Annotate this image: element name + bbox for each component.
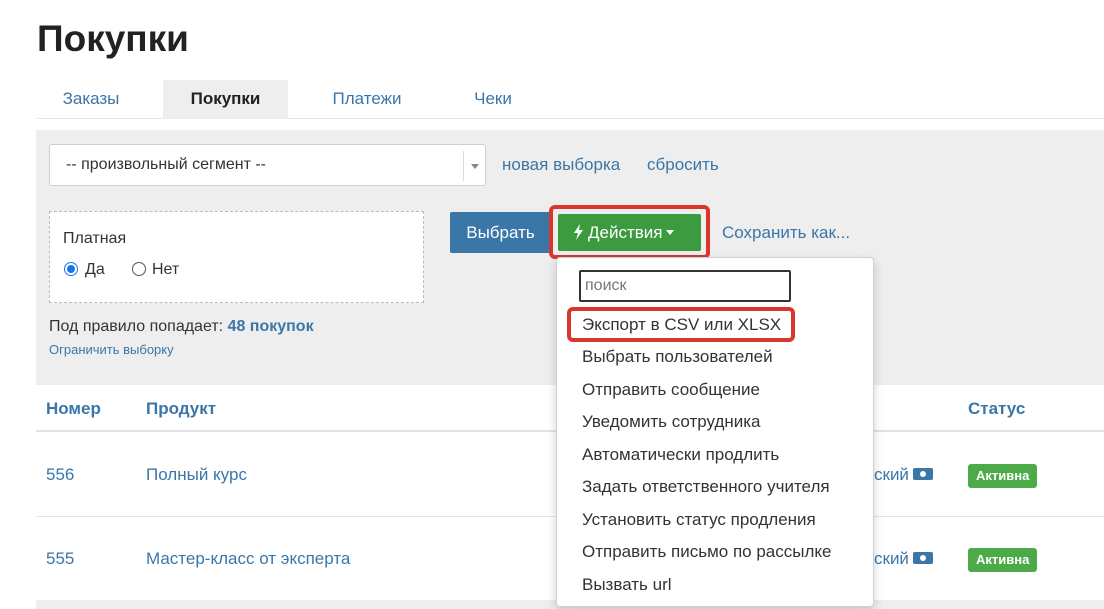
menu-item-send-newsletter[interactable]: Отправить письмо по рассылке xyxy=(582,542,831,562)
tab-payments[interactable]: Платежи xyxy=(319,80,415,119)
rule-summary: Под правило попадает: 48 покупок xyxy=(49,318,314,336)
tab-receipts[interactable]: Чеки xyxy=(461,80,525,119)
purchase-number[interactable]: 556 xyxy=(46,465,74,485)
actions-button[interactable]: Действия xyxy=(558,214,701,251)
column-header-status[interactable]: Статус xyxy=(968,399,1025,419)
criteria-box: Платная Да Нет xyxy=(49,211,424,303)
select-button[interactable]: Выбрать xyxy=(450,212,551,253)
rule-prefix: Под правило попадает: xyxy=(49,318,224,335)
purchase-product[interactable]: Мастер-класс от эксперта xyxy=(146,549,350,569)
column-header-number[interactable]: Номер xyxy=(46,399,101,419)
payment-partial-text: ский xyxy=(874,465,909,484)
page-title: Покупки xyxy=(37,18,189,59)
menu-item-export-csv-xlsx[interactable]: Экспорт в CSV или XLSX xyxy=(582,315,781,335)
purchase-number[interactable]: 555 xyxy=(46,549,74,569)
select-arrow-icon[interactable] xyxy=(463,151,485,181)
caret-down-icon xyxy=(666,230,675,235)
criteria-label: Платная xyxy=(63,230,127,247)
payment-partial-text: ский xyxy=(874,549,909,568)
actions-search-input[interactable] xyxy=(579,270,791,302)
column-header-product[interactable]: Продукт xyxy=(146,399,216,419)
menu-item-auto-renew[interactable]: Автоматически продлить xyxy=(582,445,779,465)
menu-item-assign-teacher[interactable]: Задать ответственного учителя xyxy=(582,477,830,497)
status-badge: Активна xyxy=(968,548,1038,572)
menu-item-notify-employee[interactable]: Уведомить сотрудника xyxy=(582,412,761,432)
segment-select-value: -- произвольный сегмент -- xyxy=(66,156,266,173)
tab-orders[interactable]: Заказы xyxy=(37,80,145,119)
cash-icon xyxy=(912,552,933,564)
radio-no-label[interactable]: Нет xyxy=(152,261,179,279)
radio-no[interactable] xyxy=(132,262,146,276)
radio-yes-label[interactable]: Да xyxy=(85,261,105,279)
purchase-product[interactable]: Полный курс xyxy=(146,465,247,485)
menu-item-set-renewal-status[interactable]: Установить статус продления xyxy=(582,510,816,530)
limit-selection-link[interactable]: Ограничить выборку xyxy=(49,342,174,357)
save-as-link[interactable]: Сохранить как... xyxy=(722,223,850,243)
actions-button-label: Действия xyxy=(588,223,663,242)
menu-item-call-url[interactable]: Вызвать url xyxy=(582,575,672,595)
tabs-bar: Заказы Покупки Платежи Чеки xyxy=(37,80,1104,119)
tab-purchases[interactable]: Покупки xyxy=(163,80,288,119)
reset-link[interactable]: сбросить xyxy=(647,155,719,175)
new-selection-link[interactable]: новая выборка xyxy=(502,155,620,175)
payment-cell[interactable]: ский xyxy=(874,549,933,569)
segment-select[interactable]: -- произвольный сегмент -- xyxy=(49,144,486,186)
menu-item-send-message[interactable]: Отправить сообщение xyxy=(582,380,760,400)
menu-item-select-users[interactable]: Выбрать пользователей xyxy=(582,347,773,367)
rule-count-link[interactable]: 48 покупок xyxy=(228,318,314,335)
bolt-icon xyxy=(574,224,583,240)
status-badge: Активна xyxy=(968,464,1038,488)
payment-cell[interactable]: ский xyxy=(874,465,933,485)
radio-yes[interactable] xyxy=(64,262,78,276)
actions-dropdown-menu: Экспорт в CSV или XLSX Выбрать пользоват… xyxy=(556,257,874,607)
cash-icon xyxy=(912,468,933,480)
